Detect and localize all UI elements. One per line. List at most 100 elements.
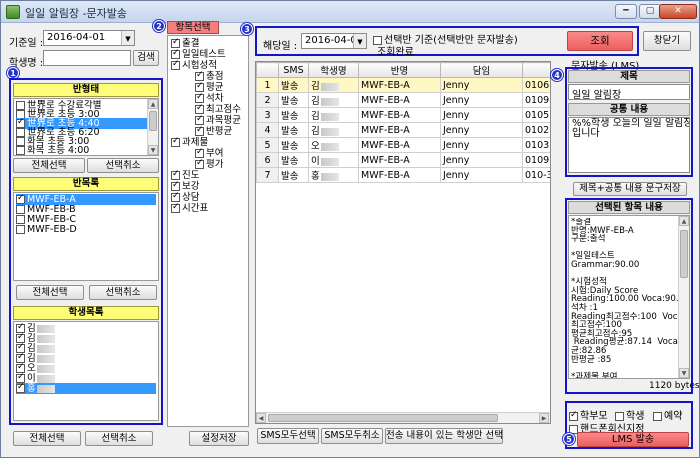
- common-content-textarea[interactable]: %%학생 오늘의 일일 알림장 입니다: [568, 117, 690, 173]
- table-row[interactable]: 5 발송 오 MWF-EB-A Jenny 0103: [256, 137, 550, 153]
- checkbox-checked-icon[interactable]: [171, 136, 180, 147]
- checkbox-checked-icon[interactable]: [16, 383, 25, 393]
- redacted-name: [36, 384, 55, 393]
- grid-horizontal-scrollbar[interactable]: ◀ ▶: [256, 412, 550, 423]
- student-deselect-button[interactable]: 선택취소: [85, 431, 153, 446]
- content-scrollbar[interactable]: ▲ ▼: [678, 216, 689, 378]
- window-title: 일일 알림장 -문자발송: [25, 7, 128, 20]
- grid-header-row: SMS 학생명 반명 담임: [256, 62, 550, 78]
- target-date-label: 해당일 :: [263, 41, 298, 52]
- checkbox-icon[interactable]: [16, 205, 25, 214]
- redacted-name: [36, 364, 55, 373]
- class-list-select-all-button[interactable]: 전체선택: [16, 285, 84, 300]
- class-list-deselect-button[interactable]: 선택취소: [89, 285, 157, 300]
- select-students-with-content-button[interactable]: 전송 내용이 있는 학생만 선택: [385, 428, 503, 444]
- query-button[interactable]: 조회: [567, 31, 633, 51]
- scroll-thumb[interactable]: [268, 414, 498, 422]
- sms-select-all-button[interactable]: SMS모두선택: [257, 428, 319, 444]
- sms-deselect-all-button[interactable]: SMS모두취소: [321, 428, 383, 444]
- class-type-list: 世界로 수강료각별 世界로 초등 3:00 世界로 초등 4:40 世界로 초등…: [13, 98, 159, 156]
- checkbox-checked-icon[interactable]: [171, 169, 180, 180]
- column-header-phone[interactable]: [522, 62, 550, 78]
- lms-send-button[interactable]: LMS 발송: [577, 432, 689, 447]
- checkbox-checked-icon[interactable]: [16, 363, 25, 373]
- checkbox-checked-icon[interactable]: [171, 48, 180, 59]
- checkbox-checked-icon[interactable]: [16, 353, 25, 363]
- checkbox-checked-icon[interactable]: [195, 70, 204, 81]
- column-header-class[interactable]: 반명: [358, 62, 441, 78]
- tree-item[interactable]: 시험성적: [171, 59, 217, 71]
- table-row[interactable]: 2 발송 김 MWF-EB-A Jenny 0109: [256, 92, 550, 108]
- checkbox-checked-icon[interactable]: [195, 103, 204, 114]
- title-bar: 일일 알림장 -문자발송 ━ ▢ ✕: [1, 1, 699, 23]
- checkbox-checked-icon[interactable]: [171, 180, 180, 191]
- save-title-common-button[interactable]: 제목+공통 내용 문구저장: [573, 182, 687, 196]
- step-badge-2: 2: [153, 20, 165, 32]
- maximize-button[interactable]: ▢: [639, 4, 661, 19]
- target-date-picker[interactable]: 2016-04-01 ▼: [301, 33, 367, 49]
- list-item[interactable]: 화목 초등 4:00: [16, 145, 156, 155]
- checkbox-checked-icon[interactable]: [16, 333, 25, 343]
- table-row[interactable]: 4 발송 김 MWF-EB-A Jenny 0102: [256, 122, 550, 138]
- checkbox-icon[interactable]: [16, 215, 25, 224]
- checkbox-checked-icon[interactable]: [16, 194, 25, 204]
- base-date-value: 2016-04-01: [47, 32, 106, 43]
- column-header-sms[interactable]: SMS: [278, 62, 309, 78]
- checkbox-checked-icon[interactable]: [195, 92, 204, 103]
- tree-item[interactable]: 평가: [195, 158, 223, 170]
- scroll-up-icon[interactable]: ▲: [679, 216, 689, 226]
- scroll-down-icon[interactable]: ▼: [679, 368, 689, 378]
- table-row[interactable]: 6 발송 이 MWF-EB-A Jenny 0109: [256, 152, 550, 168]
- scroll-right-icon[interactable]: ▶: [539, 413, 549, 423]
- base-date-picker[interactable]: 2016-04-01 ▼: [43, 30, 135, 46]
- student-search-input[interactable]: [43, 50, 131, 66]
- checkbox-checked-icon[interactable]: [195, 125, 204, 136]
- checkbox-checked-icon[interactable]: [171, 37, 180, 48]
- tree-item[interactable]: 반평균: [195, 125, 232, 137]
- reserve-option[interactable]: 예약: [653, 407, 682, 422]
- column-header-teacher[interactable]: 담임: [440, 62, 523, 78]
- checkbox-checked-icon[interactable]: [195, 81, 204, 92]
- redacted-name: [36, 354, 55, 363]
- scroll-up-icon[interactable]: ▲: [148, 99, 158, 109]
- class-type-select-all-button[interactable]: 전체선택: [13, 158, 85, 173]
- checkbox-checked-icon[interactable]: [171, 59, 180, 70]
- column-header-student[interactable]: 학생명: [308, 62, 359, 78]
- selected-content-area[interactable]: *출결 반명:MWF-EB-A 구분:출석 *일일테스트 Grammar:90.…: [568, 215, 690, 379]
- student-select-all-button[interactable]: 전체선택: [13, 431, 81, 446]
- list-item[interactable]: MWF-EB-D: [16, 224, 156, 235]
- checkbox-checked-icon[interactable]: [195, 114, 204, 125]
- minimize-button[interactable]: ━: [615, 4, 637, 19]
- query-status: 조회완료: [377, 47, 414, 58]
- checkbox-checked-icon[interactable]: [16, 343, 25, 353]
- table-row[interactable]: 1 발송 김 MWF-EB-A Jenny 0106: [256, 77, 550, 93]
- checkbox-checked-icon[interactable]: [16, 373, 25, 383]
- checkbox-checked-icon[interactable]: [171, 202, 180, 213]
- table-row[interactable]: 3 발송 김 MWF-EB-A Jenny 0105: [256, 107, 550, 123]
- checkbox-checked-icon[interactable]: [195, 147, 204, 158]
- search-button[interactable]: 검색: [133, 50, 159, 66]
- checkbox-checked-icon[interactable]: [195, 158, 204, 169]
- message-title-input[interactable]: 일일 알림장: [568, 84, 690, 100]
- checkbox-checked-icon[interactable]: [171, 191, 180, 202]
- scroll-thumb[interactable]: [149, 111, 157, 131]
- save-settings-button[interactable]: 설정저장: [189, 431, 249, 446]
- checkbox-icon[interactable]: [16, 225, 25, 234]
- checkbox-icon[interactable]: [16, 146, 25, 155]
- list-item-selected[interactable]: 홍: [16, 383, 156, 394]
- close-window-button[interactable]: ✕: [659, 4, 697, 19]
- redacted-name: [36, 324, 55, 333]
- checkbox-icon[interactable]: [653, 411, 662, 421]
- scroll-left-icon[interactable]: ◀: [256, 413, 266, 423]
- class-type-deselect-button[interactable]: 선택취소: [87, 158, 159, 173]
- table-row[interactable]: 7 발송 홍 MWF-EB-A Jenny 010-3: [256, 167, 550, 183]
- scroll-thumb[interactable]: [680, 230, 688, 278]
- tree-item[interactable]: 시간표: [171, 202, 208, 214]
- base-date-label: 기준일 :: [9, 38, 44, 49]
- close-form-button[interactable]: 창닫기: [643, 31, 691, 51]
- chevron-down-icon[interactable]: ▼: [353, 34, 366, 48]
- chevron-down-icon[interactable]: ▼: [121, 31, 134, 45]
- class-type-scrollbar[interactable]: ▲ ▼: [147, 99, 158, 155]
- checkbox-checked-icon[interactable]: [16, 323, 25, 333]
- scroll-down-icon[interactable]: ▼: [148, 145, 158, 155]
